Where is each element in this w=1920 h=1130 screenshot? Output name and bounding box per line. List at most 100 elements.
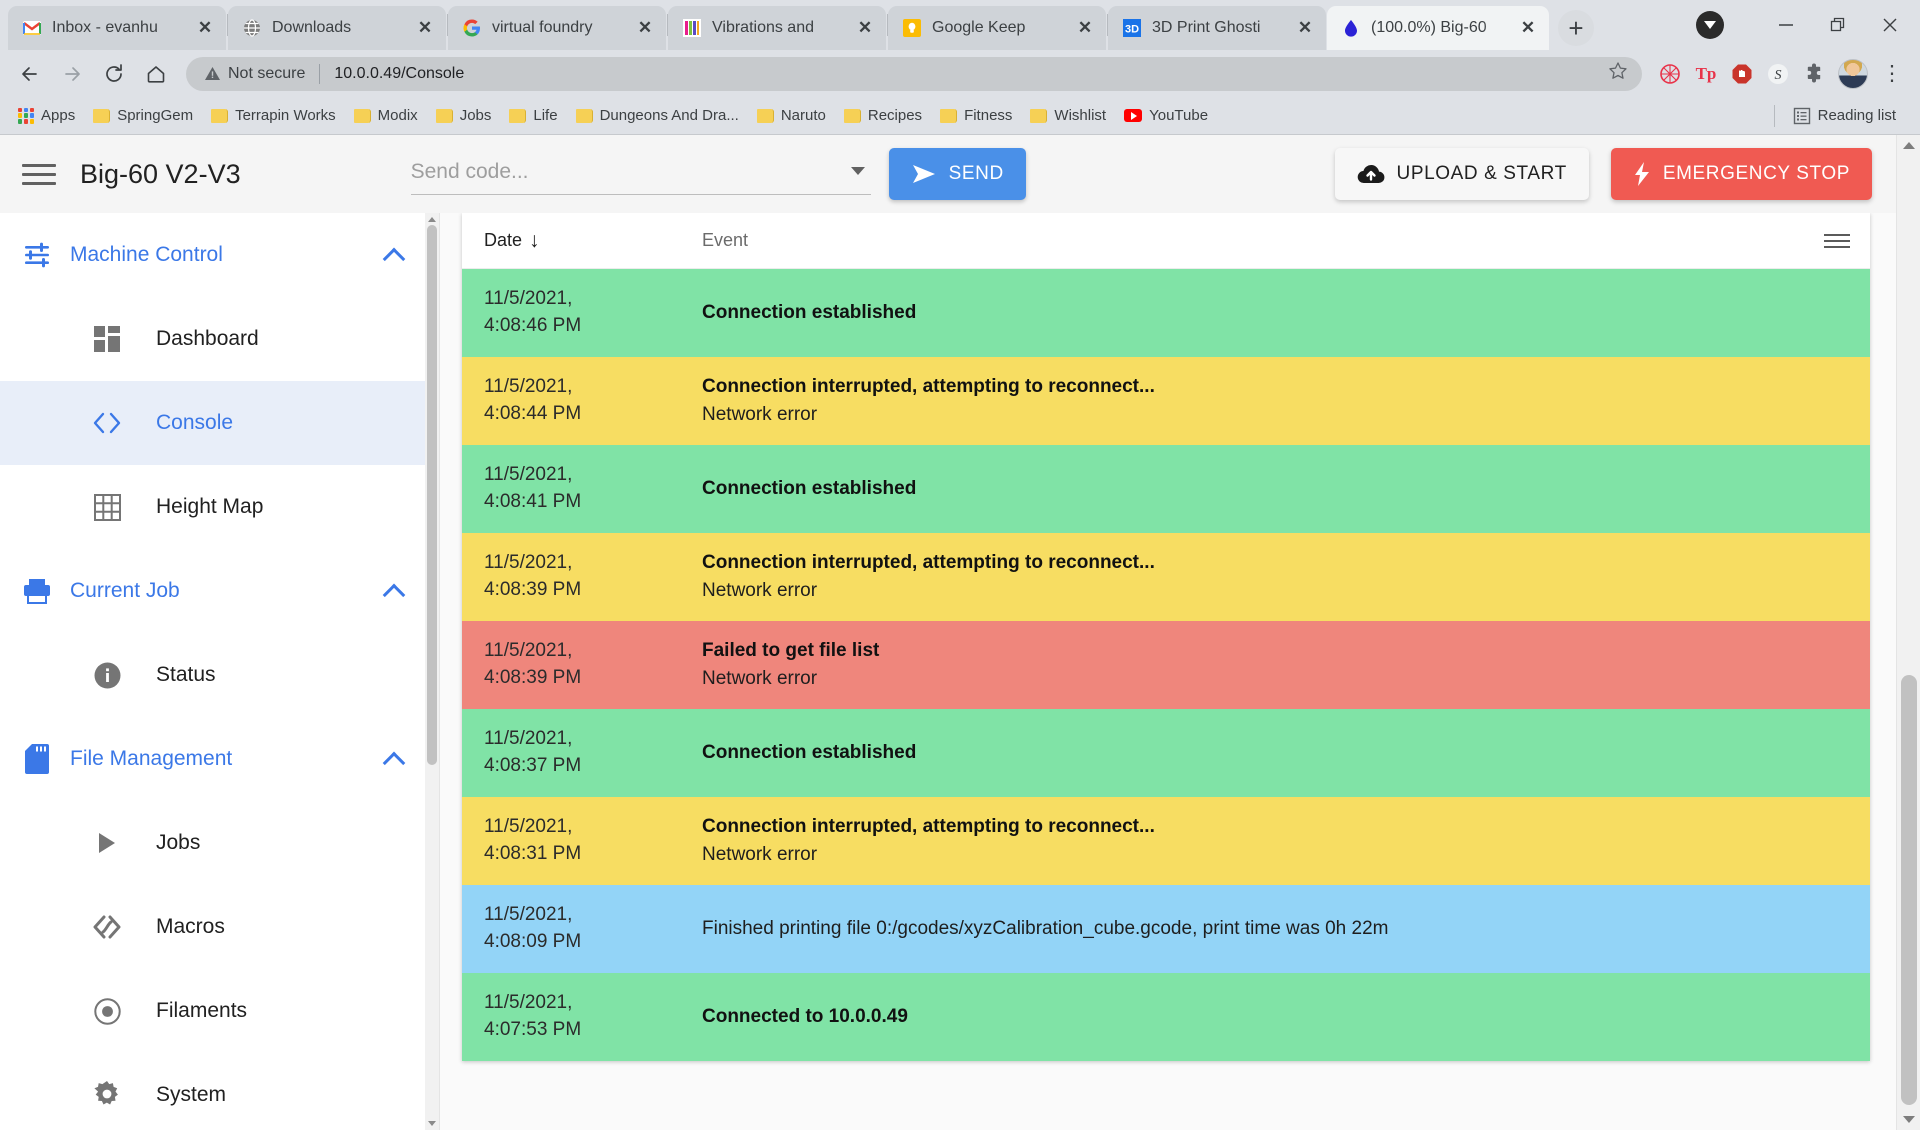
table-row[interactable]: 11/5/2021, 4:08:39 PM Connection interru… <box>462 533 1870 621</box>
send-code-input[interactable] <box>410 159 871 188</box>
sidebar-group-machine-control[interactable]: Machine Control <box>0 213 425 297</box>
colorbars-icon <box>682 18 702 38</box>
sidebar-item-system[interactable]: System <box>0 1053 425 1130</box>
adblock-icon[interactable] <box>1726 58 1758 90</box>
close-icon[interactable]: ✕ <box>1294 17 1316 39</box>
chrome-menu-icon[interactable]: ⋮ <box>1876 58 1908 90</box>
bookmark-life[interactable]: Life <box>501 103 565 128</box>
bookmark-wishlist[interactable]: Wishlist <box>1022 103 1114 128</box>
reading-list-button[interactable]: Reading list <box>1785 103 1904 129</box>
bookmark-springgem[interactable]: SpringGem <box>85 103 201 128</box>
page-scroll-up-arrow-icon[interactable] <box>1903 142 1915 149</box>
send-code-field[interactable] <box>410 153 871 195</box>
bookmark-apps[interactable]: Apps <box>10 103 83 128</box>
browser-tab-1[interactable]: Downloads ✕ <box>228 6 446 50</box>
reload-button[interactable] <box>94 54 134 94</box>
table-row[interactable]: 11/5/2021, 4:08:44 PM Connection interru… <box>462 357 1870 445</box>
page-scrollbar-thumb[interactable] <box>1901 675 1917 1105</box>
tab-search-icon[interactable] <box>1696 11 1724 39</box>
scroll-up-arrow-icon[interactable] <box>428 217 436 222</box>
date-header-label: Date <box>484 230 523 250</box>
log-table: Date ↓ Event 11/5/2021, 4:08:46 PM Conne… <box>462 213 1870 1061</box>
table-row[interactable]: 11/5/2021, 4:08:46 PM Connection establi… <box>462 269 1870 357</box>
sidebar-item-height-map[interactable]: Height Map <box>0 465 425 549</box>
browser-tab-2[interactable]: virtual foundry ✕ <box>448 6 666 50</box>
close-icon[interactable]: ✕ <box>634 17 656 39</box>
minimize-button[interactable] <box>1760 0 1812 50</box>
sidebar-group-label: File Management <box>70 747 233 770</box>
table-row[interactable]: 11/5/2021, 4:08:39 PM Failed to get file… <box>462 621 1870 709</box>
browser-tab-0[interactable]: Inbox - evanhu ✕ <box>8 6 226 50</box>
close-icon[interactable]: ✕ <box>194 17 216 39</box>
chevron-up-icon[interactable] <box>385 750 403 768</box>
page-scroll-down-arrow-icon[interactable] <box>1903 1116 1915 1123</box>
table-row[interactable]: 11/5/2021, 4:08:37 PM Connection establi… <box>462 709 1870 797</box>
maximize-button[interactable] <box>1812 0 1864 50</box>
url-text: 10.0.0.49/Console <box>334 64 465 82</box>
close-icon[interactable]: ✕ <box>1074 17 1096 39</box>
browser-tab-6-active[interactable]: (100.0%) Big-60 ✕ <box>1327 6 1549 50</box>
forward-button[interactable] <box>52 54 92 94</box>
sidebar-item-jobs[interactable]: Jobs <box>0 801 425 885</box>
s-extension-icon[interactable]: S <box>1762 58 1794 90</box>
upload-and-start-button[interactable]: UPLOAD & START <box>1334 148 1589 200</box>
sidebar-item-filaments[interactable]: Filaments <box>0 969 425 1053</box>
table-menu-icon[interactable] <box>1824 233 1850 248</box>
sidebar-group-current-job[interactable]: Current Job <box>0 549 425 633</box>
avatar[interactable] <box>1838 58 1868 89</box>
page-scrollbar[interactable] <box>1896 135 1920 1130</box>
close-window-button[interactable] <box>1864 0 1916 50</box>
bookmark-star-icon[interactable] <box>1608 61 1628 87</box>
bookmark-label: SpringGem <box>117 107 194 124</box>
security-indicator[interactable]: Not secure <box>204 65 305 83</box>
sidebar-group-file-management[interactable]: File Management <box>0 717 425 801</box>
bookmark-terrapin-works[interactable]: Terrapin Works <box>203 103 344 128</box>
new-tab-button[interactable]: + <box>1558 10 1594 46</box>
scroll-down-arrow-icon[interactable] <box>428 1121 436 1126</box>
chevron-up-icon[interactable] <box>385 246 403 264</box>
close-icon[interactable]: ✕ <box>1517 17 1539 39</box>
send-arrow-icon <box>912 165 935 183</box>
close-icon[interactable]: ✕ <box>854 17 876 39</box>
chevron-up-icon[interactable] <box>385 582 403 600</box>
chevron-down-icon[interactable] <box>850 167 865 175</box>
table-row[interactable]: 11/5/2021, 4:08:31 PM Connection interru… <box>462 797 1870 885</box>
bookmark-naruto[interactable]: Naruto <box>749 103 834 128</box>
address-bar[interactable]: Not secure 10.0.0.49/Console <box>186 56 1642 91</box>
raspberry-icon[interactable] <box>1654 58 1686 90</box>
sidebar-scrollbar[interactable] <box>425 213 439 1130</box>
sidebar-item-dashboard[interactable]: Dashboard <box>0 297 425 381</box>
sidebar-item-macros[interactable]: Macros <box>0 885 425 969</box>
browser-tab-5[interactable]: 3D 3D Print Ghosti ✕ <box>1108 6 1326 50</box>
emergency-stop-button[interactable]: EMERGENCY STOP <box>1610 148 1872 200</box>
tab-title: Google Keep <box>932 19 1026 36</box>
bookmark-label: Terrapin Works <box>235 107 336 124</box>
table-row[interactable]: 11/5/2021, 4:08:41 PM Connection establi… <box>462 445 1870 533</box>
log-message: Connection established <box>702 289 1848 337</box>
bookmark-dungeons-and-dragons[interactable]: Dungeons And Dra... <box>568 103 747 128</box>
browser-tab-4[interactable]: Google Keep ✕ <box>888 6 1106 50</box>
back-button[interactable] <box>10 54 50 94</box>
close-icon[interactable]: ✕ <box>414 17 436 39</box>
send-button[interactable]: SEND <box>888 148 1026 200</box>
tp-extension-icon[interactable]: Tp <box>1690 58 1722 90</box>
bookmark-youtube[interactable]: YouTube <box>1116 103 1216 128</box>
bookmark-recipes[interactable]: Recipes <box>836 103 930 128</box>
sidebar-scrollbar-thumb[interactable] <box>427 225 437 765</box>
bookmark-modix[interactable]: Modix <box>346 103 426 128</box>
column-header-date[interactable]: Date ↓ <box>484 229 702 253</box>
gear-icon <box>92 1080 122 1110</box>
table-row[interactable]: 11/5/2021, 4:07:53 PM Connected to 10.0.… <box>462 973 1870 1061</box>
sidebar-item-console[interactable]: Console <box>0 381 425 465</box>
puzzle-extensions-icon[interactable] <box>1798 58 1830 90</box>
bookmark-jobs[interactable]: Jobs <box>428 103 500 128</box>
sidebar-item-status[interactable]: Status <box>0 633 425 717</box>
security-label: Not secure <box>228 64 306 82</box>
sidebar-group-label: Current Job <box>70 579 180 602</box>
browser-tab-3[interactable]: Vibrations and ✕ <box>668 6 886 50</box>
bookmark-fitness[interactable]: Fitness <box>932 103 1020 128</box>
hamburger-menu-icon[interactable] <box>22 163 56 185</box>
table-row[interactable]: 11/5/2021, 4:08:09 PM Finished printing … <box>462 885 1870 973</box>
home-button[interactable] <box>136 54 176 94</box>
column-header-event[interactable]: Event <box>702 230 748 251</box>
